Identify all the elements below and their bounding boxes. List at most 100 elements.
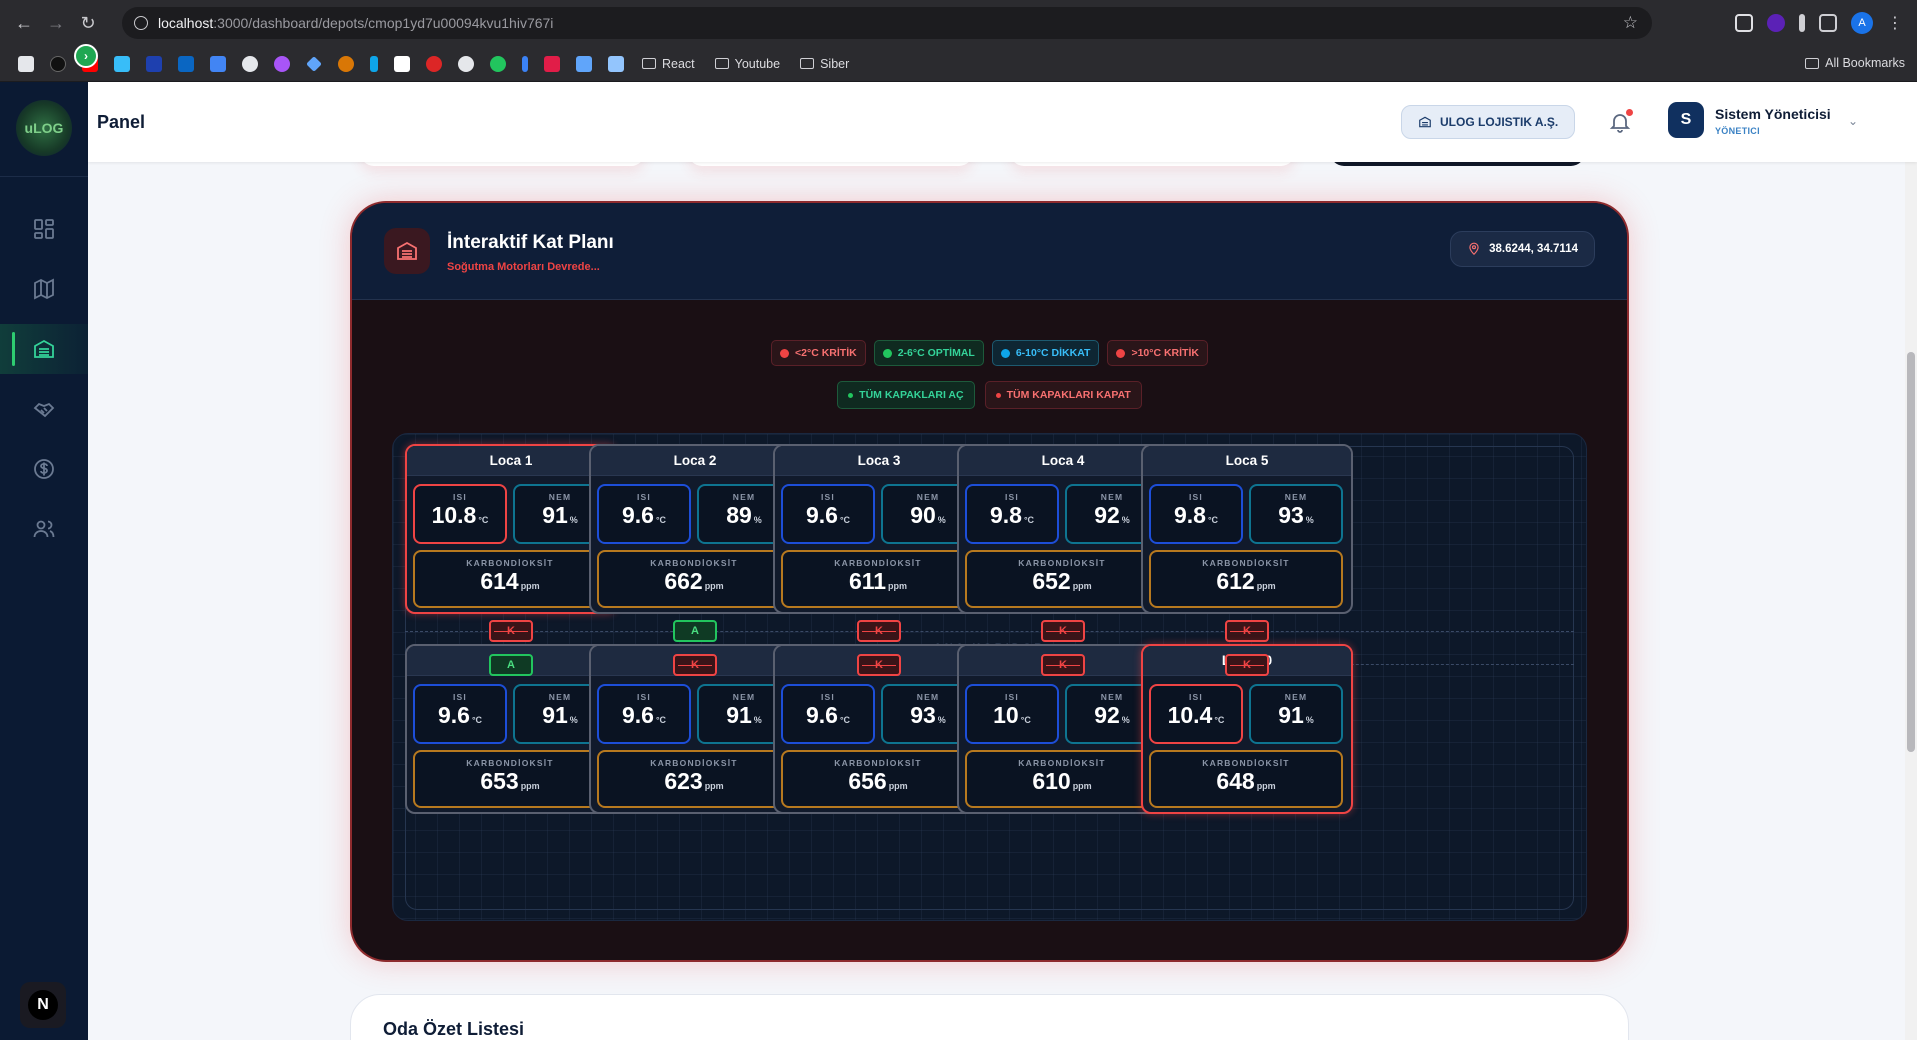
back-icon[interactable]: ← <box>8 7 40 39</box>
building-icon <box>1419 116 1431 128</box>
bookmark-icon[interactable] <box>50 55 66 72</box>
bookmark-icon[interactable] <box>426 55 442 72</box>
extensions-puzzle-icon[interactable] <box>1819 14 1837 32</box>
status-dot <box>848 392 854 398</box>
bookmark-icon[interactable] <box>544 55 560 72</box>
company-selector-button[interactable]: ULOG LOJISTIK A.Ş. <box>1401 105 1576 139</box>
avatar[interactable]: S <box>1668 102 1704 138</box>
nextjs-badge[interactable]: N <box>20 982 66 1028</box>
open-all-doors-button[interactable]: TÜM KAPAKLARI AÇ <box>837 381 975 409</box>
co2-value: 656 <box>848 768 887 794</box>
temperature-metric: ISI 10.8 °C <box>413 484 507 544</box>
sidebar-item-finance[interactable] <box>0 444 88 494</box>
profile-avatar[interactable]: A <box>1851 12 1873 34</box>
humidity-value: 90 <box>910 502 936 528</box>
user-name[interactable]: Sistem Yöneticisi <box>1715 106 1831 122</box>
gemini-icon[interactable] <box>306 55 322 72</box>
sidebar-item-handshake[interactable] <box>0 384 88 434</box>
co2-value: 611 <box>848 568 887 594</box>
bookmark-folder-react[interactable]: React <box>642 57 695 71</box>
unit-label: °C <box>1214 715 1225 725</box>
site-info-icon[interactable] <box>134 16 148 30</box>
door-closed-toggle[interactable]: K <box>673 654 717 676</box>
metric-value-row: 610 ppm <box>967 768 1157 794</box>
door-closed-toggle[interactable]: K <box>489 620 533 642</box>
sidebar-item-map[interactable] <box>0 264 88 314</box>
co2-value: 653 <box>480 768 519 794</box>
close-all-doors-button[interactable]: TÜM KAPAKLARI KAPAT <box>984 381 1142 409</box>
door-closed-toggle[interactable]: K <box>1225 654 1269 676</box>
sidebar: uLOG N <box>0 82 88 1040</box>
metric-label: KARBONDİOKSİT <box>466 758 554 768</box>
status-dot <box>1116 348 1126 358</box>
metric-label: KARBONDİOKSİT <box>650 558 738 568</box>
sidebar-item-warehouse[interactable] <box>0 324 88 374</box>
metric-value-row: 9.6 °C <box>599 702 689 728</box>
bookmark-icon[interactable] <box>274 55 290 72</box>
temperature-value: 10.8 <box>431 502 477 528</box>
translate-icon[interactable] <box>210 55 226 72</box>
bookmark-icon[interactable] <box>18 55 34 72</box>
address-bar[interactable]: localhost:3000/dashboard/depots/cmop1yd7… <box>122 7 1652 39</box>
sidebar-item-users[interactable] <box>0 504 88 554</box>
scrollbar-thumb[interactable] <box>1907 352 1915 752</box>
room-card[interactable]: Loca 3 ISI 9.6 °C NEM 90% KARBONDİOKSİT 611 ppm <box>773 444 985 614</box>
menu-kebab-icon[interactable]: ⋮ <box>1887 13 1903 33</box>
extension-icon[interactable] <box>1767 14 1785 32</box>
status-dot <box>882 348 892 358</box>
openai-icon[interactable] <box>458 55 474 72</box>
bookmark-folder-siber[interactable]: Siber <box>800 57 849 71</box>
humidity-value: 91 <box>726 702 752 728</box>
co2-value: 623 <box>664 768 703 794</box>
door-closed-toggle[interactable]: K <box>1041 654 1085 676</box>
url-host: localhost <box>158 15 214 31</box>
page-title: Panel <box>97 112 146 132</box>
room-card[interactable]: Loca 4 ISI 9.8 °C NEM 92% KARBONDİOKSİT 652 ppm <box>957 444 1169 614</box>
sidebar-toggle-button[interactable]: › <box>74 44 98 68</box>
extension-icon[interactable] <box>1735 14 1753 32</box>
page-scrollbar[interactable] <box>1905 82 1917 1040</box>
all-bookmarks[interactable]: All Bookmarks <box>1805 56 1905 70</box>
chevron-down-icon[interactable]: ⌄ <box>1848 114 1858 128</box>
github-icon[interactable] <box>242 55 258 72</box>
room-name: Loca 1 <box>407 446 615 476</box>
forward-icon[interactable]: → <box>40 7 72 39</box>
metric-label: ISI <box>453 492 467 502</box>
bookmark-icon[interactable] <box>522 55 528 72</box>
room-card[interactable]: Loca 2 ISI 9.6 °C NEM 89% KARBONDİOKSİT 662 ppm <box>589 444 801 614</box>
reload-icon[interactable]: ↻ <box>72 7 104 39</box>
bookmark-icon[interactable] <box>114 55 130 72</box>
metric-value-row: 10.4 °C <box>1151 702 1241 728</box>
divider <box>0 176 88 177</box>
unit-label: °C <box>655 515 667 525</box>
door-closed-toggle[interactable]: K <box>1041 620 1085 642</box>
door-open-toggle[interactable]: A <box>489 654 533 676</box>
bookmark-star-icon[interactable]: ☆ <box>1623 13 1638 33</box>
room-card[interactable]: Loca 5 ISI 9.8 °C NEM 93% KARBONDİOKSİT 612 ppm <box>1141 444 1353 614</box>
claude-icon[interactable] <box>338 55 354 72</box>
bookmark-folder-youtube[interactable]: Youtube <box>714 57 780 71</box>
status-dot <box>995 392 1001 398</box>
bookmark-icon[interactable] <box>370 55 378 72</box>
metric-label: ISI <box>1005 692 1019 702</box>
bookmark-icon[interactable] <box>490 55 506 72</box>
door-open-toggle[interactable]: A <box>673 620 717 642</box>
bookmark-icon[interactable] <box>608 55 624 72</box>
room-card[interactable]: Loca 1 ISI 10.8 °C NEM 91% KARBONDİOKSİT 614 ppm <box>405 444 617 614</box>
door-closed-toggle[interactable]: K <box>1225 620 1269 642</box>
door-closed-toggle[interactable]: K <box>857 654 901 676</box>
download-icon[interactable] <box>1799 14 1805 32</box>
door-closed-toggle[interactable]: K <box>857 620 901 642</box>
linkedin-icon[interactable] <box>178 55 194 72</box>
bookmark-icon[interactable] <box>576 55 592 72</box>
metric-label: ISI <box>637 492 651 502</box>
bookmark-icon[interactable] <box>394 55 410 72</box>
bookmark-icon[interactable] <box>146 55 162 72</box>
metric-label: ISI <box>1189 492 1203 502</box>
metric-label: KARBONDİOKSİT <box>650 758 738 768</box>
sidebar-item-dashboard[interactable] <box>0 204 88 254</box>
legend-critical-high: >10°C KRİTİK <box>1107 340 1208 366</box>
unit-label: °C <box>1023 515 1035 525</box>
metric-value-row: 9.6 °C <box>783 702 873 728</box>
humidity-value: 92 <box>1094 502 1120 528</box>
